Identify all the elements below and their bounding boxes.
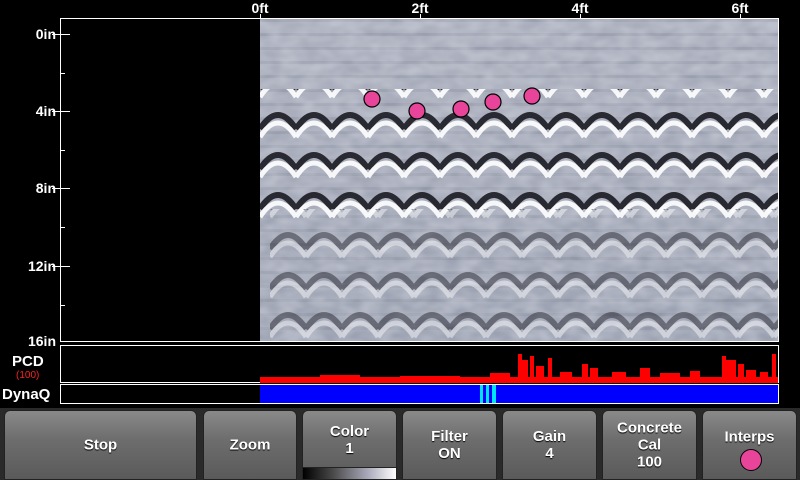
pcd-label: PCD bbox=[12, 353, 44, 370]
filter-button-value: ON bbox=[438, 445, 461, 462]
filter-button[interactable]: Filter ON bbox=[402, 410, 497, 480]
zoom-button[interactable]: Zoom bbox=[203, 410, 297, 480]
interps-button-label: Interps bbox=[724, 428, 775, 446]
stop-button-label: Stop bbox=[83, 436, 118, 454]
pcd-value: (100) bbox=[16, 370, 40, 381]
gain-button[interactable]: Gain 4 bbox=[502, 410, 597, 480]
target-marker[interactable] bbox=[363, 90, 381, 108]
dynaq-highlight bbox=[486, 385, 489, 403]
target-marker[interactable] bbox=[523, 87, 541, 105]
gain-button-value: 4 bbox=[545, 445, 554, 462]
color-button[interactable]: Color 1 bbox=[302, 410, 397, 480]
bottom-toolbar: Stop Zoom Color 1 Filter ON Gain 4 Concr… bbox=[0, 408, 800, 480]
dynaq-highlight bbox=[492, 385, 496, 403]
concrete-cal-label: Cal bbox=[637, 436, 662, 454]
zoom-button-label: Zoom bbox=[229, 436, 271, 454]
target-marker[interactable] bbox=[452, 100, 470, 118]
interps-button[interactable]: Interps bbox=[702, 410, 797, 480]
target-marker[interactable] bbox=[408, 102, 426, 120]
stop-button[interactable]: Stop bbox=[4, 410, 197, 480]
dynaq-bar bbox=[260, 385, 778, 403]
color-button-value: 1 bbox=[345, 439, 354, 457]
color-button-label: Color bbox=[329, 422, 370, 440]
filter-button-label: Filter bbox=[431, 428, 468, 445]
dynaq-label: DynaQ bbox=[2, 386, 51, 403]
color-palette-swatch bbox=[303, 467, 396, 479]
dynaq-highlight bbox=[480, 385, 483, 403]
gain-button-label: Gain bbox=[532, 428, 567, 445]
concrete-cal-value: 100 bbox=[636, 453, 663, 471]
target-marker[interactable] bbox=[484, 93, 502, 111]
concrete-cal-button[interactable]: Concrete Cal 100 bbox=[602, 410, 697, 480]
gpr-scan-image[interactable] bbox=[260, 19, 778, 341]
interp-marker-icon bbox=[740, 449, 762, 471]
concrete-cal-label: Concrete bbox=[616, 419, 683, 437]
pcd-bars bbox=[260, 354, 778, 383]
